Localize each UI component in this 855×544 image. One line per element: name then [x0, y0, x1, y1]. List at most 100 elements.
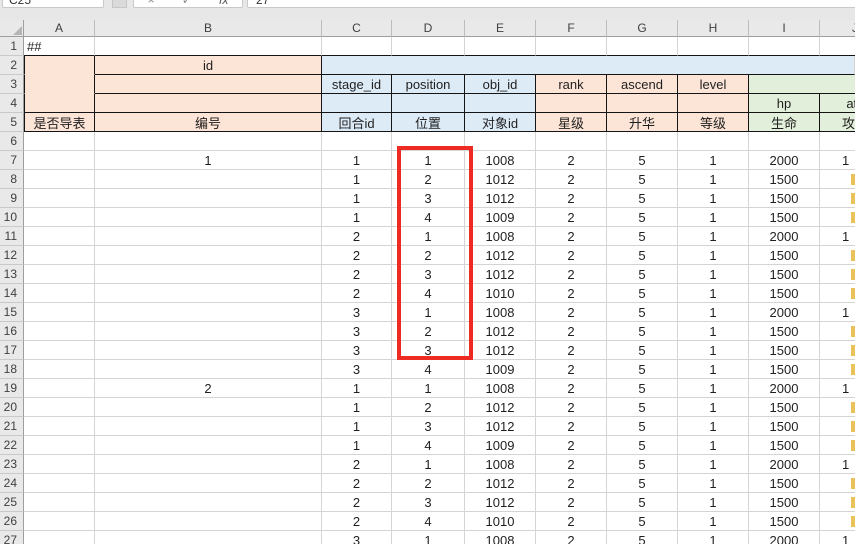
cell-H6[interactable] [678, 132, 749, 151]
cell-J8[interactable] [820, 170, 855, 189]
cell-B16[interactable] [95, 322, 322, 341]
cell-D25[interactable]: 3 [392, 493, 465, 512]
cell-C18[interactable]: 3 [322, 360, 392, 379]
col-header-E[interactable]: E [465, 20, 536, 37]
cell-A13[interactable] [24, 265, 95, 284]
cell-B10[interactable] [95, 208, 322, 227]
cell-H23[interactable]: 1 [678, 455, 749, 474]
cell-G11[interactable]: 5 [607, 227, 678, 246]
col-header-D[interactable]: D [392, 20, 465, 37]
cell-B20[interactable] [95, 398, 322, 417]
cell-H3-level[interactable]: level [678, 75, 749, 94]
cell-C26[interactable]: 2 [322, 512, 392, 531]
cell-I1[interactable] [749, 37, 820, 56]
cell-G16[interactable]: 5 [607, 322, 678, 341]
cell-D13[interactable]: 3 [392, 265, 465, 284]
cell-D11[interactable]: 1 [392, 227, 465, 246]
cell-C14[interactable]: 2 [322, 284, 392, 303]
cell-A3[interactable] [24, 75, 95, 94]
cell-I6[interactable] [749, 132, 820, 151]
cell-C4[interactable] [322, 94, 392, 113]
cell-E16[interactable]: 1012 [465, 322, 536, 341]
cell-F9[interactable]: 2 [536, 189, 607, 208]
cell-E8[interactable]: 1012 [465, 170, 536, 189]
cell-F23[interactable]: 2 [536, 455, 607, 474]
cell-I8[interactable]: 1500 [749, 170, 820, 189]
cell-I12[interactable]: 1500 [749, 246, 820, 265]
row-header-22[interactable]: 22 [0, 436, 24, 455]
cell-I14[interactable]: 1500 [749, 284, 820, 303]
cell-H20[interactable]: 1 [678, 398, 749, 417]
row-header-8[interactable]: 8 [0, 170, 24, 189]
cell-A15[interactable] [24, 303, 95, 322]
cell-B5-number[interactable]: 编号 [95, 113, 322, 132]
cell-E18[interactable]: 1009 [465, 360, 536, 379]
cell-G4[interactable] [607, 94, 678, 113]
cell-D5-position[interactable]: 位置 [392, 113, 465, 132]
cell-B22[interactable] [95, 436, 322, 455]
cell-E7[interactable]: 1008 [465, 151, 536, 170]
cell-D27[interactable]: 1 [392, 531, 465, 544]
row-header-10[interactable]: 10 [0, 208, 24, 227]
cell-G8[interactable]: 5 [607, 170, 678, 189]
row-header-1[interactable]: 1 [0, 37, 24, 56]
cell-H11[interactable]: 1 [678, 227, 749, 246]
cell-F24[interactable]: 2 [536, 474, 607, 493]
row-header-18[interactable]: 18 [0, 360, 24, 379]
cell-B13[interactable] [95, 265, 322, 284]
cell-A24[interactable] [24, 474, 95, 493]
cell-E24[interactable]: 1012 [465, 474, 536, 493]
cell-E3-obj-id[interactable]: obj_id [465, 75, 536, 94]
cell-C22[interactable]: 1 [322, 436, 392, 455]
cell-J21[interactable] [820, 417, 855, 436]
cell-D3-position[interactable]: position [392, 75, 465, 94]
col-header-I[interactable]: I [749, 20, 820, 37]
cell-G19[interactable]: 5 [607, 379, 678, 398]
cell-F15[interactable]: 2 [536, 303, 607, 322]
row-header-21[interactable]: 21 [0, 417, 24, 436]
cell-G6[interactable] [607, 132, 678, 151]
row-header-5[interactable]: 5 [0, 113, 24, 132]
cell-G22[interactable]: 5 [607, 436, 678, 455]
select-all-corner[interactable] [0, 20, 24, 37]
cell-F7[interactable]: 2 [536, 151, 607, 170]
cell-G21[interactable]: 5 [607, 417, 678, 436]
cell-H7[interactable]: 1 [678, 151, 749, 170]
row-header-19[interactable]: 19 [0, 379, 24, 398]
col-header-C[interactable]: C [322, 20, 392, 37]
cell-C25[interactable]: 2 [322, 493, 392, 512]
cell-D19[interactable]: 1 [392, 379, 465, 398]
cell-G17[interactable]: 5 [607, 341, 678, 360]
fx-icon[interactable]: fx [219, 0, 228, 7]
cell-C23[interactable]: 2 [322, 455, 392, 474]
cell-B19[interactable]: 2 [95, 379, 322, 398]
cell-D8[interactable]: 2 [392, 170, 465, 189]
cell-E14[interactable]: 1010 [465, 284, 536, 303]
cell-B23[interactable] [95, 455, 322, 474]
cell-A17[interactable] [24, 341, 95, 360]
cell-G1[interactable] [607, 37, 678, 56]
cell-B18[interactable] [95, 360, 322, 379]
cell-H13[interactable]: 1 [678, 265, 749, 284]
row-header-24[interactable]: 24 [0, 474, 24, 493]
cell-B14[interactable] [95, 284, 322, 303]
cell-I3-J3-band[interactable] [749, 75, 855, 94]
cell-H4[interactable] [678, 94, 749, 113]
cell-I25[interactable]: 1500 [749, 493, 820, 512]
cell-C5-round-id[interactable]: 回合id [322, 113, 392, 132]
cell-F12[interactable]: 2 [536, 246, 607, 265]
row-header-25[interactable]: 25 [0, 493, 24, 512]
cell-B2-id[interactable]: id [95, 56, 322, 75]
name-box[interactable]: C25 [2, 0, 104, 8]
cell-D15[interactable]: 1 [392, 303, 465, 322]
cell-J25[interactable] [820, 493, 855, 512]
cell-E17[interactable]: 1012 [465, 341, 536, 360]
cell-I9[interactable]: 1500 [749, 189, 820, 208]
cell-J5-atk[interactable]: 攻击 [820, 113, 855, 132]
cell-F10[interactable]: 2 [536, 208, 607, 227]
cell-A4[interactable] [24, 94, 95, 113]
cell-E5-obj-id[interactable]: 对象id [465, 113, 536, 132]
cell-I23[interactable]: 2000 [749, 455, 820, 474]
cell-F3-rank[interactable]: rank [536, 75, 607, 94]
cell-B17[interactable] [95, 341, 322, 360]
